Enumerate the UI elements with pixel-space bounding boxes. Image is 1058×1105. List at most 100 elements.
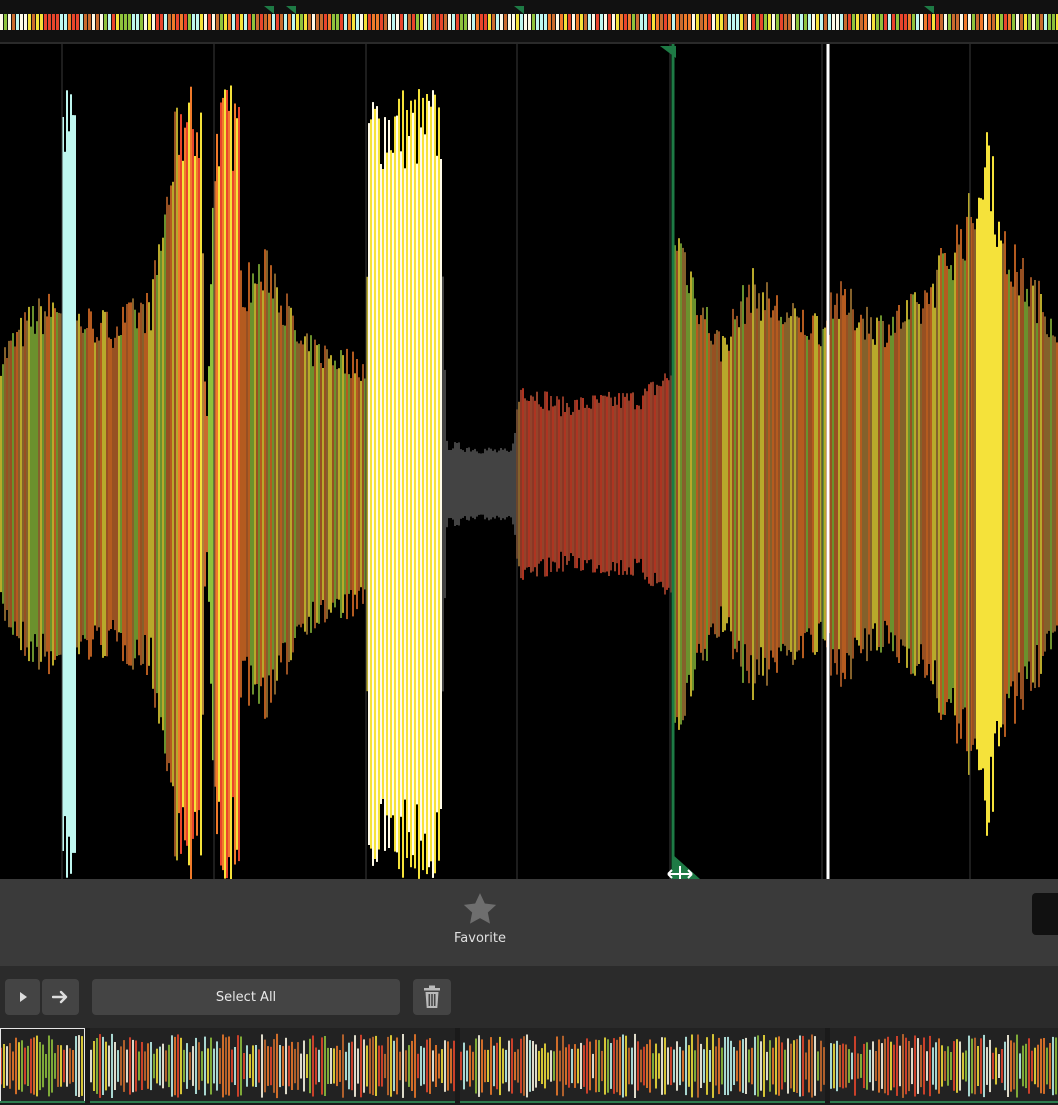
clip-bar xyxy=(547,1052,549,1080)
waveform-bar xyxy=(1004,231,1006,737)
clip-thumbnail[interactable] xyxy=(90,1028,455,1103)
clip-thumbnail[interactable] xyxy=(830,1028,1058,1103)
side-panel-handle[interactable] xyxy=(1032,893,1058,935)
clip-bar xyxy=(156,1048,158,1084)
overview-waveform[interactable] xyxy=(0,0,1058,44)
waveform-bar xyxy=(282,324,284,644)
overview-bar xyxy=(668,14,671,30)
overview-bar xyxy=(744,14,747,30)
waveform-bar xyxy=(192,129,194,839)
waveform-bar xyxy=(98,340,100,628)
clip-bar xyxy=(583,1045,585,1087)
clip-bar xyxy=(875,1051,877,1081)
waveform-bar xyxy=(522,388,524,580)
favorite-button[interactable]: Favorite xyxy=(440,889,520,959)
overview-bar xyxy=(1004,14,1007,30)
waveform-bar xyxy=(640,409,642,559)
overview-bar xyxy=(296,14,299,30)
clip-bar xyxy=(589,1041,591,1091)
clip-bar xyxy=(802,1035,804,1097)
clip-bar xyxy=(559,1050,561,1082)
next-button[interactable] xyxy=(42,979,79,1015)
waveform-bar xyxy=(664,373,666,595)
play-button[interactable] xyxy=(5,979,40,1015)
overview-bar xyxy=(108,14,111,30)
clip-bar xyxy=(72,1050,74,1083)
waveform-display[interactable] xyxy=(0,44,1058,879)
waveform-bar xyxy=(130,302,132,666)
waveform-bar xyxy=(530,395,532,573)
overview-bar xyxy=(352,14,355,30)
overview-bar xyxy=(976,14,979,30)
waveform-bar xyxy=(302,344,304,624)
overview-bar xyxy=(860,14,863,30)
waveform-bar xyxy=(926,292,928,676)
select-all-button[interactable]: Select All xyxy=(92,979,400,1015)
overview-bar xyxy=(72,14,75,30)
overview-bar xyxy=(212,14,215,30)
overview-bar xyxy=(980,14,983,30)
overview-bar xyxy=(4,14,7,30)
clip-thumbnail[interactable] xyxy=(0,1028,85,1103)
clip-bar xyxy=(745,1037,747,1094)
waveform-bar xyxy=(712,344,714,624)
waveform-bar xyxy=(418,89,420,879)
overview-bar xyxy=(316,14,319,30)
waveform-bar xyxy=(258,264,260,704)
waveform-bar xyxy=(960,229,962,739)
waveform-bar xyxy=(562,396,564,572)
overview-bar xyxy=(624,14,627,30)
waveform-bar xyxy=(32,306,34,662)
waveform-bar xyxy=(106,311,108,657)
clip-bar xyxy=(781,1042,783,1090)
overview-bar xyxy=(436,14,439,30)
clip-bar xyxy=(24,1047,26,1085)
overview-bar xyxy=(344,14,347,30)
clip-bar xyxy=(120,1046,122,1086)
waveform-bar xyxy=(854,330,856,638)
overview-bar xyxy=(924,14,927,30)
overview-bar xyxy=(456,14,459,30)
waveform-bar xyxy=(1016,272,1018,696)
overview-bar xyxy=(204,14,207,30)
clip-bar xyxy=(685,1036,687,1096)
overview-bar xyxy=(748,14,751,30)
waveform-bar xyxy=(136,328,138,640)
overview-bar xyxy=(652,14,655,30)
track-overview-strip[interactable] xyxy=(0,0,1058,45)
waveform-bar xyxy=(116,326,118,642)
waveform-bar xyxy=(276,287,278,681)
clip-bar xyxy=(36,1035,38,1097)
clip-bar xyxy=(634,1033,636,1098)
waveform-bar xyxy=(142,304,144,664)
waveform-bar xyxy=(456,443,458,525)
waveform-bar xyxy=(870,317,872,651)
waveform-bar xyxy=(216,133,218,835)
overview-bar xyxy=(520,14,523,30)
delete-button[interactable] xyxy=(413,979,451,1015)
overview-bar xyxy=(640,14,643,30)
clip-bar xyxy=(496,1042,498,1090)
waveform-bar xyxy=(742,285,744,683)
clip-bar xyxy=(228,1036,230,1096)
waveform-bar xyxy=(932,283,934,685)
clip-bar xyxy=(234,1047,236,1085)
clip-bar xyxy=(814,1036,816,1096)
waveform-bar xyxy=(1024,301,1026,667)
overview-bar xyxy=(636,14,639,30)
clip-bar xyxy=(312,1035,314,1097)
clip-bar xyxy=(739,1040,741,1092)
play-icon xyxy=(19,992,27,1002)
waveform-bar xyxy=(920,323,922,645)
clip-bar xyxy=(992,1052,994,1080)
waveform-canvas[interactable] xyxy=(0,44,1058,879)
overview-bar xyxy=(644,14,647,30)
waveform-bar xyxy=(1044,316,1046,652)
waveform-bar xyxy=(96,337,98,631)
waveform-bar xyxy=(238,107,240,862)
waveform-bar xyxy=(168,204,170,764)
clip-bar xyxy=(258,1049,260,1083)
clip-thumbnail[interactable] xyxy=(460,1028,825,1103)
clip-bar xyxy=(195,1037,197,1094)
waveform-bar xyxy=(72,115,74,853)
